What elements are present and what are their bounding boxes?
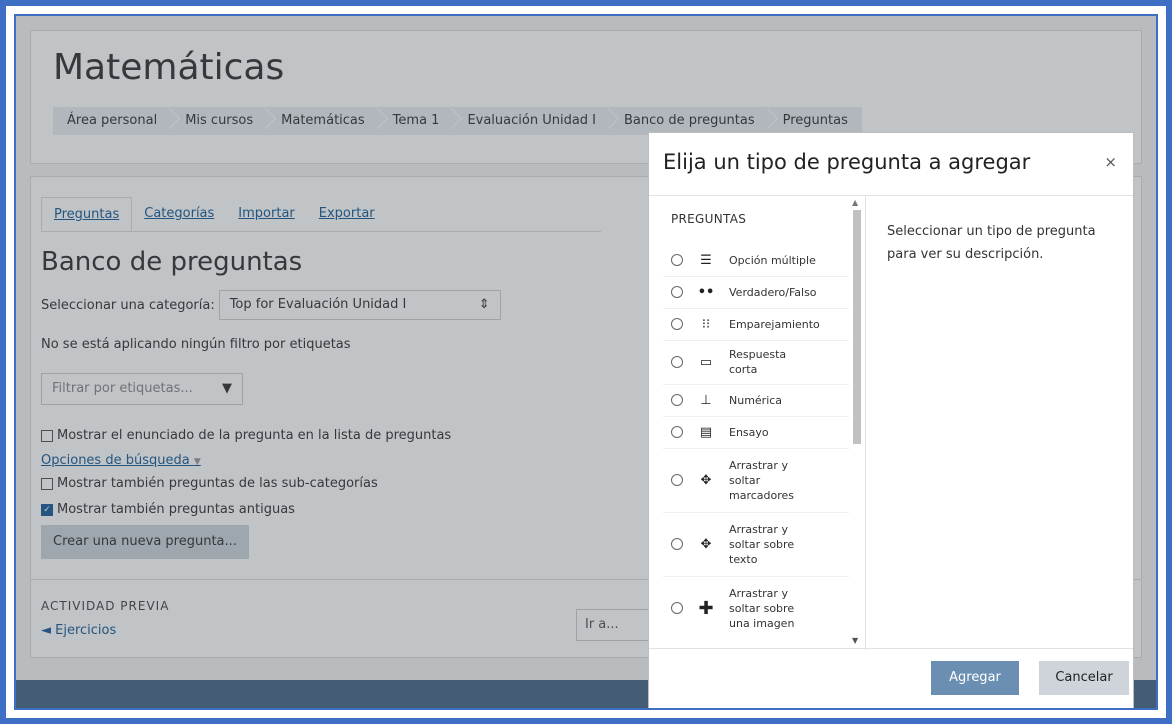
two-dots-icon: •• — [697, 284, 715, 300]
option-numerical[interactable]: ⊥ Numérica — [663, 384, 849, 417]
option-ddwtos[interactable]: ✥ Arrastrar y soltar sobre texto — [663, 512, 849, 577]
radio-button[interactable] — [671, 356, 683, 368]
add-button[interactable]: Agregar — [931, 661, 1019, 695]
option-ddmarker[interactable]: ✥ Arrastrar y soltar marcadores — [663, 448, 849, 513]
radio-button[interactable] — [671, 286, 683, 298]
option-label: Arrastrar y soltar marcadores — [729, 458, 795, 502]
matching-icon: ⁝⁝ — [701, 316, 711, 332]
option-label: Verdadero/Falso — [729, 285, 817, 299]
scroll-down-arrow-icon[interactable]: ▼ — [852, 636, 858, 645]
move-markers-icon: ✥ — [700, 472, 712, 488]
option-label: Emparejamiento — [729, 317, 820, 331]
modal-header: Elija un tipo de pregunta a agregar × — [649, 133, 1133, 196]
radio-button[interactable] — [671, 254, 683, 266]
radio-button[interactable] — [671, 474, 683, 486]
option-match[interactable]: ⁝⁝ Emparejamiento — [663, 308, 849, 341]
viewport: Matemáticas Área personal Mis cursos Mat… — [14, 14, 1158, 710]
option-ddimageortext[interactable]: ✚ Arrastrar y soltar sobre una imagen — [663, 576, 849, 640]
option-multichoice[interactable]: ☰ Opción múltiple — [663, 244, 849, 277]
option-label: Ensayo — [729, 425, 769, 439]
radio-button[interactable] — [671, 394, 683, 406]
close-icon[interactable]: × — [1104, 153, 1117, 171]
modal-body: PREGUNTAS ☰ Opción múltiple •• Verdadero… — [649, 196, 1133, 650]
option-shortanswer[interactable]: ▭ Respuesta corta — [663, 340, 849, 385]
cancel-button[interactable]: Cancelar — [1039, 661, 1129, 695]
scrollbar-thumb[interactable] — [853, 210, 861, 444]
modal-title: Elija un tipo de pregunta a agregar — [663, 150, 1031, 174]
question-type-description: Seleccionar un tipo de pregunta para ver… — [887, 224, 1096, 262]
question-type-list: PREGUNTAS ☰ Opción múltiple •• Verdadero… — [649, 196, 866, 650]
move-text-icon: ✥ — [700, 536, 712, 552]
section-heading: PREGUNTAS — [671, 212, 747, 226]
option-essay[interactable]: ▤ Ensayo — [663, 416, 849, 449]
numeric-icon: ⊥ — [700, 392, 712, 408]
radio-button[interactable] — [671, 426, 683, 438]
screenshot-frame: Matemáticas Área personal Mis cursos Mat… — [0, 0, 1172, 724]
essay-icon: ▤ — [699, 424, 713, 440]
scroll-up-arrow-icon[interactable]: ▲ — [852, 198, 858, 207]
short-answer-icon: ▭ — [699, 354, 713, 370]
move-image-icon: ✚ — [698, 597, 714, 619]
list-icon: ☰ — [700, 252, 712, 268]
option-label: Opción múltiple — [729, 253, 816, 267]
option-label: Numérica — [729, 393, 783, 407]
question-type-chooser: Elija un tipo de pregunta a agregar × PR… — [648, 132, 1134, 708]
option-truefalse[interactable]: •• Verdadero/Falso — [663, 276, 849, 309]
radio-button[interactable] — [671, 538, 683, 550]
option-label: Respuesta corta — [729, 348, 787, 376]
radio-button[interactable] — [671, 318, 683, 330]
option-label: Arrastrar y soltar sobre una imagen — [729, 586, 795, 630]
radio-button[interactable] — [671, 602, 683, 614]
option-label: Arrastrar y soltar sobre texto — [729, 522, 795, 566]
modal-footer: Agregar Cancelar — [649, 648, 1133, 708]
